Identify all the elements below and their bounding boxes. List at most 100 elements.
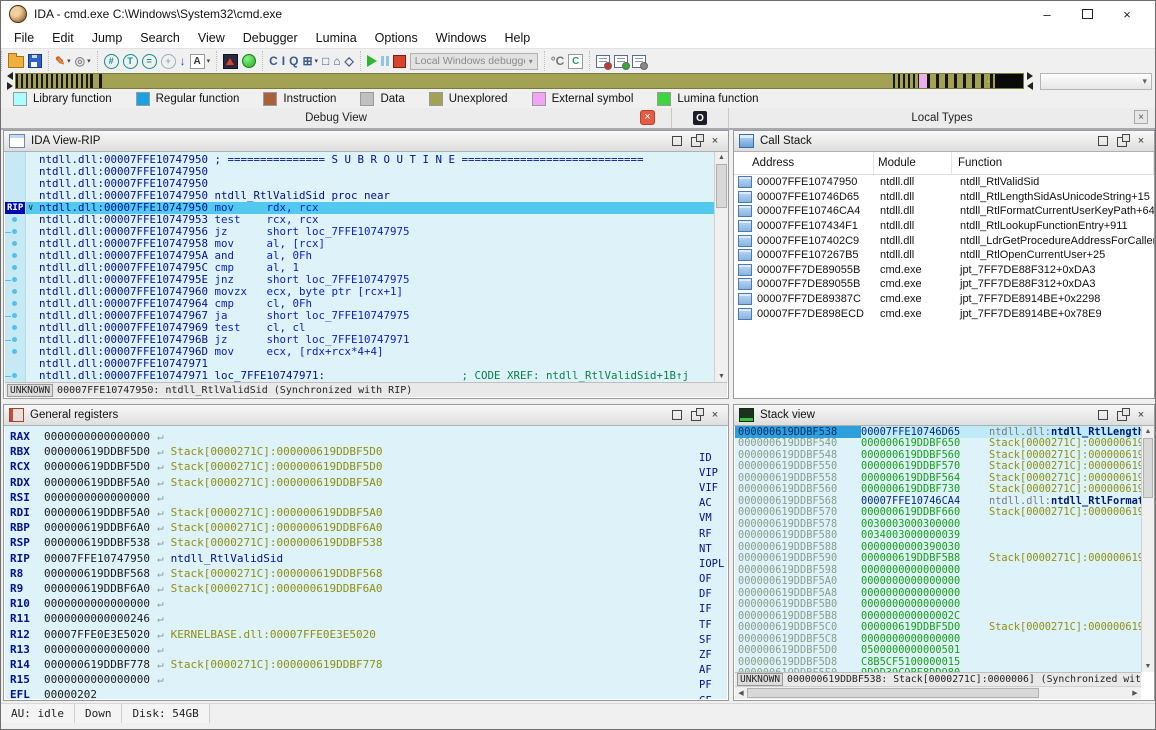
- disassembly-view[interactable]: ntdll.dll:00007FFE10747950 ; ===========…: [5, 152, 714, 382]
- flag-row[interactable]: SF0: [699, 632, 727, 647]
- modules-icon[interactable]: ⌂: [333, 54, 340, 68]
- flag-row[interactable]: ID0: [699, 450, 727, 465]
- scroll-down-icon[interactable]: ▼: [1142, 663, 1154, 670]
- call-stack-row[interactable]: 00007FF7DE89387Ccmd.exejpt_7FF7DE8914BE+…: [734, 292, 1154, 307]
- stack-row[interactable]: 000000619DDBF53800007FFE10746D65ntdll.dl…: [735, 426, 1141, 438]
- menu-item-file[interactable]: File: [5, 29, 43, 47]
- flag-row[interactable]: RF0: [699, 526, 727, 541]
- scroll-thumb[interactable]: [1143, 438, 1153, 498]
- band-scroll-right[interactable]: [1024, 72, 1035, 90]
- register-row[interactable]: R9000000619DDBF6A0↵Stack[0000271C]:00000…: [5, 581, 727, 596]
- call-stack-row[interactable]: 00007FFE10746D65ntdll.dllntdll_RtlLength…: [734, 190, 1154, 205]
- scroll-thumb[interactable]: [747, 688, 1039, 698]
- flag-row[interactable]: VIP0: [699, 465, 727, 480]
- scroll-up-icon[interactable]: ▲: [1142, 428, 1154, 435]
- flag-row[interactable]: AC0: [699, 496, 727, 511]
- lumina-status-icon[interactable]: [242, 54, 256, 68]
- jump-icon[interactable]: ↓: [180, 54, 186, 68]
- minimize-button[interactable]: –: [1027, 2, 1067, 26]
- stack-row[interactable]: 000000619DDBF5C80000000000000000: [735, 633, 1141, 645]
- tab-debug-view[interactable]: Debug View ×: [1, 108, 672, 128]
- register-row[interactable]: R100000000000000000↵: [5, 596, 727, 611]
- maximize-panel-icon[interactable]: [672, 410, 682, 420]
- register-row[interactable]: R1200007FFE0E3E5020↵KERNELBASE.dll:00007…: [5, 626, 727, 641]
- stack-row[interactable]: 000000619DDBF5880000000000390030: [735, 541, 1141, 553]
- scroll-left-icon[interactable]: ◀: [735, 689, 747, 697]
- register-row[interactable]: RCX000000619DDBF5D0↵Stack[0000271C]:0000…: [5, 459, 727, 474]
- call-stack-row[interactable]: 00007FFE107267B5ntdll.dllntdll_RtlOpenCu…: [734, 248, 1154, 263]
- menu-item-options[interactable]: Options: [366, 29, 427, 47]
- register-row[interactable]: R8000000619DDBF568↵Stack[0000271C]:00000…: [5, 566, 727, 581]
- window-list-icon[interactable]: □: [322, 54, 329, 68]
- stack-view-hscrollbar[interactable]: ◀ ▶: [735, 686, 1141, 699]
- close-panel-icon[interactable]: ×: [1136, 136, 1146, 146]
- tab-local-types[interactable]: Local Types ×: [729, 108, 1155, 128]
- close-panel-icon[interactable]: ×: [710, 410, 720, 420]
- stack-row[interactable]: 000000619DDBF560000000619DDBF730Stack[00…: [735, 484, 1141, 496]
- navigation-band[interactable]: ↓: [15, 73, 1024, 89]
- call-stack-row[interactable]: 00007FFE107402C9ntdll.dllntdll_LdrGetPro…: [734, 233, 1154, 248]
- snapshot-icon[interactable]: ◎: [75, 54, 85, 68]
- maximize-panel-icon[interactable]: [1098, 136, 1108, 146]
- stop-process-icon[interactable]: [393, 55, 406, 68]
- flag-row[interactable]: IF1: [699, 602, 727, 617]
- stack-row[interactable]: 000000619DDBF5D00500000000000501: [735, 645, 1141, 657]
- navband-dropdown[interactable]: ▾: [1040, 73, 1152, 90]
- scroll-down-icon[interactable]: ▼: [715, 373, 728, 380]
- close-panel-icon[interactable]: ×: [1136, 410, 1146, 420]
- stack-row[interactable]: 000000619DDBF5980000000000000000: [735, 564, 1141, 576]
- stack-row[interactable]: 000000619DDBF590000000619DDBF5B8Stack[00…: [735, 553, 1141, 565]
- call-stack-row[interactable]: 00007FF7DE89055Bcmd.exejpt_7FF7DE88F312+…: [734, 277, 1154, 292]
- threads-list-icon[interactable]: [596, 55, 610, 68]
- flag-row[interactable]: ZF0: [699, 647, 727, 662]
- stack-row[interactable]: 000000619DDBF5A80000000000000000: [735, 587, 1141, 599]
- breakpoints-icon[interactable]: C: [269, 54, 278, 68]
- float-panel-icon[interactable]: [691, 411, 701, 421]
- menu-item-debugger[interactable]: Debugger: [234, 29, 307, 47]
- register-row[interactable]: RSI0000000000000000↵: [5, 490, 727, 505]
- register-row[interactable]: RSP000000619DDBF538↵Stack[0000271C]:0000…: [5, 535, 727, 550]
- types-view-icon[interactable]: T: [123, 54, 138, 69]
- stack-row[interactable]: 000000619DDBF56800007FFE10746CA4ntdll.dl…: [735, 495, 1141, 507]
- menu-item-jump[interactable]: Jump: [83, 29, 132, 47]
- call-stack-row[interactable]: 00007FFE10746CA4ntdll.dllntdll_RtlFormat…: [734, 204, 1154, 219]
- float-panel-icon[interactable]: [691, 137, 701, 147]
- stack-row[interactable]: 000000619DDBF5C0000000619DDBF5D0Stack[00…: [735, 622, 1141, 634]
- menu-item-view[interactable]: View: [189, 29, 234, 47]
- debugger-select[interactable]: Local Windows debugger▾: [410, 53, 538, 70]
- attach-c-icon[interactable]: °C: [551, 54, 564, 68]
- hash-view-icon[interactable]: #: [104, 54, 119, 69]
- call-stack-row[interactable]: 00007FF7DE89055Bcmd.exejpt_7FF7DE88F312+…: [734, 263, 1154, 278]
- register-row[interactable]: R130000000000000000↵: [5, 642, 727, 657]
- flag-row[interactable]: CF0: [699, 693, 727, 699]
- register-row[interactable]: R110000000000000246↵: [5, 611, 727, 626]
- registers-view[interactable]: RAX0000000000000000↵RBX000000619DDBF5D0↵…: [5, 426, 727, 699]
- maximize-panel-icon[interactable]: [672, 136, 682, 146]
- column-header-module[interactable]: Module: [874, 152, 952, 174]
- close-panel-icon[interactable]: ×: [710, 136, 720, 146]
- save-file-icon[interactable]: [28, 54, 42, 68]
- stack-row[interactable]: 000000619DDBF5780030003000300000: [735, 518, 1141, 530]
- register-row[interactable]: R150000000000000000↵: [5, 672, 727, 687]
- call-stack-row[interactable]: 00007FFE10747950ntdll.dllntdll_RtlValidS…: [734, 175, 1154, 190]
- float-panel-icon[interactable]: [1117, 137, 1127, 147]
- flag-row[interactable]: NT0: [699, 541, 727, 556]
- menu-item-lumina[interactable]: Lumina: [307, 29, 366, 47]
- navband-toggle-icon[interactable]: [223, 54, 238, 69]
- flag-row[interactable]: VM0: [699, 511, 727, 526]
- register-row[interactable]: EFL00000202: [5, 687, 727, 699]
- menu-item-help[interactable]: Help: [495, 29, 539, 47]
- register-row[interactable]: RAX0000000000000000↵: [5, 429, 727, 444]
- stack-row[interactable]: 000000619DDBF570000000619DDBF660Stack[00…: [735, 507, 1141, 519]
- ida-view-header[interactable]: IDA View-RIP ×: [4, 131, 728, 152]
- disassembly-scrollbar[interactable]: ▲ ▼: [714, 152, 728, 382]
- column-header-function[interactable]: Function: [952, 152, 1154, 174]
- register-row[interactable]: RIP00007FFE10747950↵ntdll_RtlValidSid: [5, 551, 727, 566]
- edit-script-icon[interactable]: ✎: [55, 54, 65, 68]
- flag-row[interactable]: DF0: [699, 587, 727, 602]
- segments-list-icon[interactable]: [632, 55, 646, 68]
- pause-process-icon[interactable]: [381, 56, 384, 66]
- scroll-right-icon[interactable]: ▶: [1129, 689, 1141, 697]
- flag-row[interactable]: IOPL0: [699, 556, 727, 571]
- maximize-panel-icon[interactable]: [1098, 410, 1108, 420]
